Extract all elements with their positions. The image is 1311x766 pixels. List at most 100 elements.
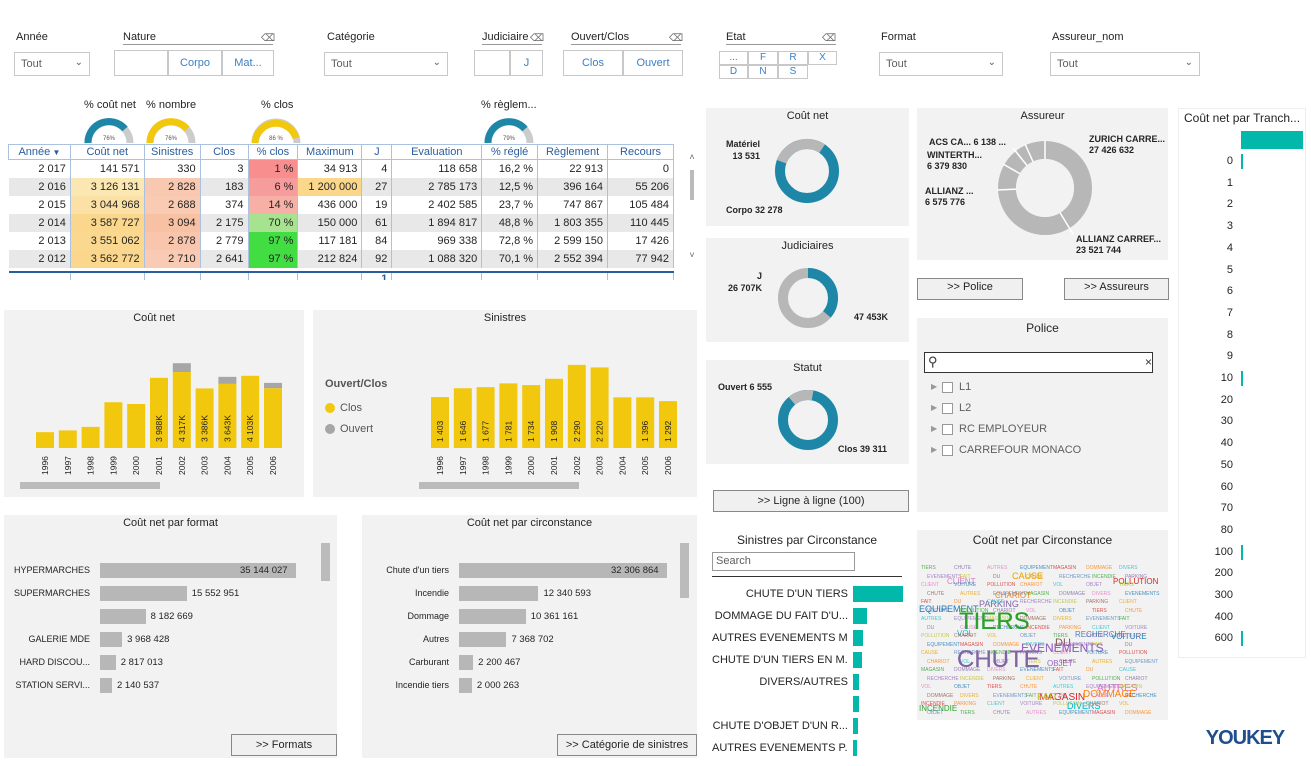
circonstance-bar[interactable] (853, 608, 867, 624)
slicer-assureur-dropdown[interactable]: Tout ⌄ (1050, 52, 1200, 76)
tranche-bar[interactable] (1241, 544, 1243, 560)
assureurs-button[interactable]: >> Assureurs (1064, 278, 1169, 300)
expand-icon[interactable]: ▶ (931, 424, 937, 433)
police-item-label[interactable]: L1 (959, 381, 971, 393)
bar-clos[interactable] (36, 432, 54, 448)
bar[interactable] (459, 586, 539, 601)
bar-clos[interactable] (81, 426, 100, 448)
expand-icon[interactable]: ▶ (931, 382, 937, 391)
eraser-icon[interactable]: ⌫ (822, 33, 836, 44)
tranche-bar[interactable] (1241, 631, 1243, 647)
sort-desc-icon[interactable]: ▼ (50, 148, 61, 157)
police-item-label[interactable]: CARREFOUR MONACO (959, 444, 1081, 456)
column-header[interactable]: Année ▼ (8, 144, 71, 160)
circonstance-bar[interactable] (853, 674, 859, 690)
circonstance-label[interactable]: AUTRES EVENEMENTS M... (712, 632, 848, 644)
chart-scrollbar[interactable] (419, 482, 579, 489)
bar[interactable] (100, 609, 146, 624)
ouvertclos-ouvert-button[interactable]: Ouvert (623, 50, 683, 76)
circonstance-label[interactable]: AUTRES EVENEMENTS P... (712, 742, 848, 754)
nature-mat-button[interactable]: Mat... (222, 50, 274, 76)
table-row[interactable]: 2 014 3 587 727 3 094 2 175 70 % 150 000 61 1 8… (8, 213, 674, 232)
bar-clos[interactable] (264, 388, 282, 448)
circonstance-bar[interactable] (853, 630, 863, 646)
sinistres-circ-search[interactable]: Search (712, 552, 855, 571)
bar[interactable] (459, 632, 507, 647)
bar[interactable] (100, 586, 187, 601)
column-header[interactable]: Recours (607, 144, 674, 160)
chart-scrollbar[interactable] (321, 543, 330, 581)
tranche-bar[interactable] (1241, 154, 1243, 169)
column-header[interactable]: J (361, 144, 393, 160)
eraser-icon[interactable]: ⌫ (261, 33, 275, 44)
table-row[interactable]: 2 012 3 562 772 2 710 2 641 97 % 212 824 92 1 0… (8, 249, 674, 268)
bar-ouvert[interactable] (264, 382, 282, 389)
ligne-a-ligne-button[interactable]: >> Ligne à ligne (100) (713, 490, 909, 512)
column-header[interactable]: Maximum (297, 144, 363, 160)
ouvertclos-clos-button[interactable]: Clos (563, 50, 623, 76)
circonstance-label[interactable]: CHUTE D'OBJET D'UN R... (712, 720, 848, 732)
eraser-icon[interactable]: ⌫ (530, 33, 544, 44)
column-header[interactable]: % clos (247, 144, 299, 160)
bar[interactable] (459, 655, 474, 670)
bar-clos[interactable] (613, 397, 632, 448)
eraser-icon[interactable]: ⌫ (669, 33, 683, 44)
etat-option-button[interactable]: R (778, 51, 808, 65)
circonstance-label[interactable]: CHUTE D'UN TIERS (712, 588, 848, 600)
judiciaire-j-button[interactable]: J (510, 50, 543, 76)
bar[interactable] (459, 609, 526, 624)
bar[interactable] (459, 678, 472, 693)
circonstance-bar[interactable] (853, 718, 858, 734)
categorie-sinistres-button[interactable]: >> Catégorie de sinistres (557, 734, 697, 756)
tranche-bar[interactable] (1241, 371, 1243, 386)
column-header[interactable]: Sinistres (143, 144, 201, 160)
column-header[interactable]: Evaluation (391, 144, 483, 160)
slicer-annee-dropdown[interactable]: Tout ⌄ (14, 52, 90, 76)
bar-clos[interactable] (104, 402, 123, 448)
table-row[interactable]: 2 015 3 044 968 2 688 374 14 % 436 000 19 2 402… (8, 195, 674, 214)
police-search-input[interactable]: ⚲ × (924, 352, 1153, 373)
circonstance-bar[interactable] (853, 586, 903, 602)
table-row[interactable]: 2 017 141 571 330 3 1 % 34 913 4 118 658 16,2 % 2… (8, 159, 674, 178)
table-scrollbar[interactable]: ˄ ˅ (688, 152, 696, 270)
circonstance-bar[interactable] (853, 696, 859, 712)
etat-option-button[interactable]: D (719, 65, 748, 79)
bar[interactable] (100, 655, 116, 670)
police-item-label[interactable]: L2 (959, 402, 971, 414)
etat-option-button[interactable]: N (748, 65, 778, 79)
chart-scrollbar[interactable] (680, 543, 689, 598)
nature-corpo-button[interactable]: Corpo (168, 50, 222, 76)
etat-option-button[interactable]: ... (719, 51, 748, 65)
bar[interactable] (100, 678, 112, 693)
nature-blank-button[interactable] (114, 50, 168, 76)
circonstance-bar[interactable] (853, 740, 857, 756)
formats-button[interactable]: >> Formats (231, 734, 337, 756)
circonstance-label[interactable]: CHUTE D'UN TIERS EN M... (712, 654, 848, 666)
slicer-format-dropdown[interactable]: Tout ⌄ (879, 52, 1003, 76)
slicer-categorie-dropdown[interactable]: Tout ⌄ (324, 52, 448, 76)
bar-ouvert[interactable] (172, 363, 191, 373)
circonstance-label[interactable]: DIVERS/AUTRES (712, 676, 848, 688)
table-row[interactable]: 2 016 3 126 131 2 828 183 6 % 1 200 000 27 2 78… (8, 177, 674, 196)
column-header[interactable]: Clos (199, 144, 249, 160)
checkbox[interactable] (942, 445, 953, 456)
bar[interactable] (100, 632, 123, 647)
police-button[interactable]: >> Police (917, 278, 1023, 300)
checkbox[interactable] (942, 382, 953, 393)
circonstance-bar[interactable] (853, 652, 862, 668)
judiciaire-blank-button[interactable] (474, 50, 510, 76)
column-header[interactable]: Règlement (537, 144, 609, 160)
expand-icon[interactable]: ▶ (931, 403, 937, 412)
bar-clos[interactable] (127, 404, 146, 448)
etat-option-button[interactable]: F (748, 51, 778, 65)
police-item-label[interactable]: RC EMPLOYEUR (959, 423, 1047, 435)
checkbox[interactable] (942, 403, 953, 414)
etat-option-button[interactable]: X (808, 51, 837, 65)
table-row[interactable]: 2 013 3 551 062 2 878 2 779 97 % 117 181 84 969… (8, 231, 674, 250)
checkbox[interactable] (942, 424, 953, 435)
clear-icon[interactable]: × (1145, 355, 1152, 369)
bar-ouvert[interactable] (218, 376, 237, 384)
column-header[interactable]: Coût net (69, 144, 145, 160)
expand-icon[interactable]: ▶ (931, 445, 937, 454)
bar-clos[interactable] (58, 430, 77, 448)
